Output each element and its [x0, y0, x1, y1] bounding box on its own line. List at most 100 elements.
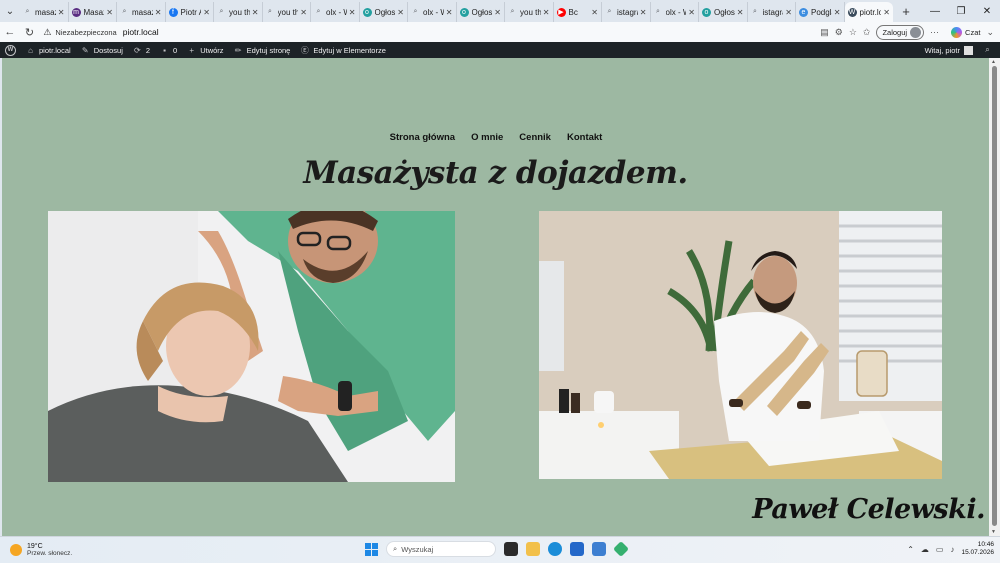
wp-edit-page-label: Edytuj stronę [246, 45, 291, 55]
task-view-icon[interactable] [504, 542, 518, 556]
wp-edit-page[interactable]: ✏ Edytuj stronę [229, 42, 296, 58]
local-app-icon[interactable] [613, 541, 629, 557]
browser-tab[interactable]: ⌕ istagra✕ [748, 2, 796, 22]
address-bar-row: ← ↻ ⚠ Niezabezpieczona piotr.local ▤ ⚙ ☆… [0, 22, 1000, 42]
taskbar-search[interactable]: ⌕ Wyszukaj [386, 541, 496, 557]
wp-site-name[interactable]: ⌂ piotr.local [21, 42, 76, 58]
reader-mode-icon[interactable]: ▤ [820, 27, 829, 38]
browser-tab[interactable]: ⌕ istagra✕ [602, 2, 651, 22]
cloud-icon[interactable]: ☁ [921, 545, 929, 554]
browser-tab[interactable]: ⌕ olx - W✕ [408, 2, 457, 22]
weather-widget[interactable]: 19°C Przew. słonecz. [0, 543, 140, 557]
browser-tab[interactable]: ⌕ you th ✕ [263, 2, 311, 22]
close-tab-icon[interactable]: ✕ [785, 8, 792, 17]
login-label: Zaloguj [882, 27, 908, 37]
close-tab-icon[interactable]: ✕ [252, 8, 259, 17]
browser-tab[interactable]: ⌕ olx - W✕ [651, 2, 699, 22]
file-explorer-icon[interactable] [526, 542, 540, 556]
menu-item-about[interactable]: O mnie [470, 132, 503, 143]
close-tab-icon[interactable]: ✕ [203, 8, 210, 17]
close-window-icon[interactable]: ✕ [974, 0, 1000, 22]
close-tab-icon[interactable]: ✕ [883, 8, 890, 17]
browser-tab[interactable]: ⌕ you th ✕ [505, 2, 554, 22]
scroll-up-arrow-icon[interactable]: ▲ [991, 59, 996, 65]
taskbar-search-placeholder: Wyszukaj [401, 544, 434, 554]
volume-icon[interactable]: ♪ [950, 545, 954, 554]
wp-logo-menu[interactable]: W [0, 42, 21, 58]
edge-browser-icon[interactable] [548, 542, 562, 556]
browser-tab[interactable]: ▶ Bc ✕ [554, 2, 602, 22]
wp-edit-elementor[interactable]: Ⓔ Edytuj w Elementorze [295, 42, 391, 58]
close-tab-icon[interactable]: ✕ [640, 8, 647, 17]
close-tab-icon[interactable]: ✕ [834, 8, 841, 17]
close-tab-icon[interactable]: ✕ [591, 8, 598, 17]
close-tab-icon[interactable]: ✕ [397, 8, 404, 17]
wp-new-content[interactable]: + Utwórz [182, 42, 228, 58]
favorite-star-icon[interactable]: ☆ [849, 27, 857, 38]
browser-tab[interactable]: o Ogłos ✕ [699, 2, 748, 22]
tray-chevron-up-icon[interactable]: ⌃ [907, 545, 914, 554]
pencil-icon: ✏ [234, 45, 242, 55]
close-tab-icon[interactable]: ✕ [155, 8, 162, 17]
sidebar-chevron-icon[interactable]: ⌄ [986, 27, 994, 38]
browser-tab[interactable]: ⌕ olx - W✕ [311, 2, 360, 22]
back-arrow-icon[interactable]: ← [0, 22, 20, 42]
profile-login-button[interactable]: Zaloguj [876, 24, 925, 40]
windows-start-icon[interactable] [365, 542, 378, 556]
site-page: Strona główna O mnie Cennik Kontakt Masa… [2, 58, 989, 536]
close-tab-icon[interactable]: ✕ [543, 8, 550, 17]
wordpress-icon: W [847, 7, 857, 17]
wp-comments[interactable]: ▪ 0 [155, 42, 182, 58]
copilot-button[interactable]: Czat [951, 26, 980, 38]
close-tab-icon[interactable]: ✕ [446, 8, 453, 17]
browser-tab[interactable]: o Ogłos ✕ [360, 2, 408, 22]
collections-icon[interactable]: ✩ [863, 27, 871, 38]
tab-list-chevron-icon[interactable]: ⌄ [0, 0, 20, 22]
extensions-icon[interactable]: ⚙ [835, 27, 843, 38]
browser-tab[interactable]: ⌕ you th ✕ [214, 2, 263, 22]
temperature: 19°C [27, 543, 43, 550]
close-tab-icon[interactable]: ✕ [688, 8, 695, 17]
scroll-down-arrow-icon[interactable]: ▼ [991, 529, 996, 535]
browser-tab-strip: ⌄ ⌕masaż✕mMasaż✕⌕masaż✕fPiotr A✕⌕you th✕… [0, 0, 1000, 22]
tab-title: Bc [568, 7, 578, 17]
search-icon[interactable]: ⌕ [983, 45, 992, 55]
wordpress-icon: W [5, 44, 16, 56]
page-scrollbar[interactable]: ▲ ▼ [989, 58, 1000, 536]
new-tab-plus-icon[interactable]: + [897, 0, 915, 22]
browser-tab[interactable]: fPiotr A✕ [166, 2, 214, 22]
menu-item-pricing[interactable]: Cennik [518, 132, 551, 143]
microsoft-store-icon[interactable] [570, 542, 584, 556]
menu-item-home[interactable]: Strona główna [389, 132, 455, 143]
tab-title: olx - W [423, 7, 444, 17]
close-tab-icon[interactable]: ✕ [494, 8, 501, 17]
maximize-icon[interactable]: ❐ [948, 0, 974, 22]
close-tab-icon[interactable]: ✕ [106, 8, 113, 17]
browser-tab[interactable]: o Ogłos ✕ [457, 2, 505, 22]
browser-tab[interactable]: ⌕ masaż✕ [117, 2, 166, 22]
browser-tab[interactable]: mMasaż✕ [69, 2, 117, 22]
browser-tab[interactable]: ePodglą✕ [796, 2, 845, 22]
close-tab-icon[interactable]: ✕ [300, 8, 307, 17]
menu-item-contact[interactable]: Kontakt [566, 132, 602, 143]
search-icon: ⌕ [607, 8, 612, 15]
browser-tab[interactable]: ⌕ masaż✕ [20, 2, 69, 22]
more-menu-icon[interactable]: ··· [930, 27, 939, 37]
mail-app-icon[interactable] [592, 542, 606, 556]
url-text[interactable]: piotr.local [123, 27, 159, 37]
scrollbar-thumb[interactable] [992, 66, 997, 526]
wp-customize[interactable]: ✎ Dostosuj [76, 42, 128, 58]
browser-tab[interactable]: Wpiotr.lo ✕ [844, 2, 893, 22]
network-monitor-icon[interactable]: ▭ [936, 545, 944, 554]
edge-icon: e [799, 7, 808, 17]
minimize-icon[interactable]: — [922, 0, 948, 22]
close-tab-icon[interactable]: ✕ [349, 8, 356, 17]
close-tab-icon[interactable]: ✕ [58, 8, 65, 17]
wp-account[interactable]: Witaj, piotr ⌕ [925, 45, 1000, 55]
reload-icon[interactable]: ↻ [20, 22, 40, 42]
omnibox[interactable]: ⚠ Niezabezpieczona piotr.local [43, 24, 820, 40]
tab-title: olx - W [665, 7, 687, 17]
wp-updates[interactable]: ⟳ 2 [128, 42, 155, 58]
taskbar-clock[interactable]: 10:46 15.07.2026 [961, 541, 994, 557]
close-tab-icon[interactable]: ✕ [737, 8, 744, 17]
